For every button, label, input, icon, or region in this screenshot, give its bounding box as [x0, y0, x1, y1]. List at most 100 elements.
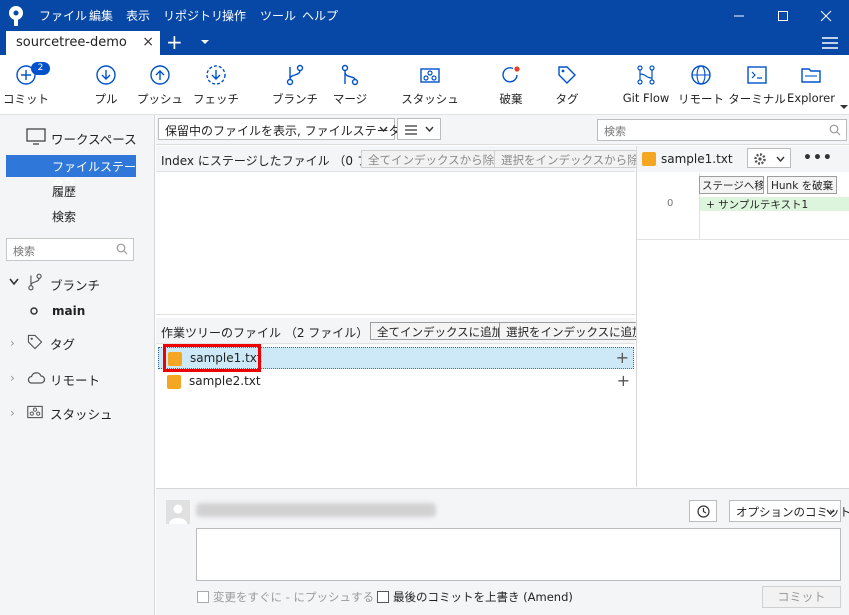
remotes-header[interactable]: リモート	[50, 370, 100, 389]
sidebar-search-input[interactable]: 検索	[6, 238, 134, 261]
sidebar-item-history[interactable]: 履歴	[52, 183, 76, 200]
push-button[interactable]: プッシュ	[136, 55, 184, 115]
menu-view[interactable]: 表示	[126, 7, 150, 24]
stage-file-button[interactable]: +	[616, 348, 629, 367]
branches-header[interactable]: ブランチ	[50, 275, 100, 294]
tag-icon	[27, 334, 43, 350]
tab-sourcetree-demo[interactable]: sourcetree-demo ×	[6, 31, 160, 55]
amend-checkbox[interactable]	[377, 591, 389, 603]
diff-file-name: sample1.txt	[661, 152, 733, 166]
toolbar-overflow-icon[interactable]	[840, 105, 848, 111]
sidebar: ワークスペース ファイルステータス 履歴 検索 検索 ブランチ main › タ…	[0, 115, 155, 615]
branch-icon	[286, 64, 304, 86]
merge-icon	[341, 64, 359, 86]
menu-help[interactable]: ヘルプ	[302, 7, 338, 24]
menu-actions[interactable]: 操作	[222, 7, 246, 24]
working-tree-files-list: sample1.txt + sample2.txt +	[156, 344, 635, 487]
terminal-icon	[747, 66, 767, 84]
hamburger-menu-icon[interactable]	[822, 37, 838, 49]
title-bar: ファイル 編集 表示 リポジトリ 操作 ツール ヘルプ	[0, 0, 849, 31]
terminal-button[interactable]: ターミナル	[728, 55, 786, 115]
tab-close-icon[interactable]: ×	[142, 34, 154, 50]
push-immediately-label: 変更をすぐに - にプッシュする	[213, 590, 374, 604]
branch-icon	[28, 273, 42, 291]
menu-file[interactable]: ファイル	[39, 7, 87, 24]
commit-message-input[interactable]	[196, 528, 841, 581]
stage-all-button[interactable]: 全てインデックスに追加	[370, 322, 511, 340]
fetch-icon	[206, 65, 226, 85]
search-icon	[116, 243, 128, 255]
menu-repository[interactable]: リポジトリ	[163, 7, 223, 24]
folder-icon	[801, 68, 821, 83]
pull-button[interactable]: プル	[82, 55, 130, 115]
file-row-sample2[interactable]: sample2.txt +	[158, 371, 634, 393]
diff-added-line: + サンプルテキスト1	[700, 197, 849, 211]
stage-file-button[interactable]: +	[617, 371, 630, 390]
chevron-right-icon[interactable]: ›	[10, 406, 15, 420]
explorer-button[interactable]: Explorer	[786, 55, 836, 115]
menu-tools[interactable]: ツール	[260, 7, 296, 24]
maximize-button[interactable]	[760, 0, 806, 31]
cloud-icon	[27, 372, 46, 384]
tag-button[interactable]: タグ	[544, 55, 590, 115]
new-tab-button[interactable]: +	[166, 32, 183, 52]
clock-icon	[697, 505, 710, 518]
diff-separator	[637, 239, 849, 240]
branch-button[interactable]: ブランチ	[270, 55, 320, 115]
git-flow-button[interactable]: Git Flow	[620, 55, 672, 115]
search-icon	[829, 124, 841, 136]
sourcetree-logo-icon	[9, 6, 23, 26]
commit-count-badge: 2	[31, 62, 50, 75]
file-filter-dropdown[interactable]: 保留中のファイルを表示, ファイルステータス順	[158, 118, 425, 140]
chevron-right-icon[interactable]: ›	[10, 336, 15, 350]
chevron-down-icon	[776, 156, 785, 162]
filter-bar: 保留中のファイルを表示, ファイルステータス順 検索	[156, 115, 849, 145]
arrow-up-circle-icon	[150, 65, 170, 85]
stage-selected-button[interactable]: 選択をインデックスに追加	[499, 322, 651, 340]
chevron-down-icon	[826, 509, 835, 515]
commit-history-button[interactable]	[689, 500, 717, 522]
amend-label: 最後のコミットを上書き (Amend)	[393, 590, 573, 604]
close-window-button[interactable]	[803, 0, 849, 31]
close-icon	[820, 10, 832, 21]
unstage-selected-button[interactable]: 選択をインデックスから除く	[494, 150, 658, 168]
commit-options-dropdown[interactable]: オプションのコミット	[729, 500, 849, 522]
chevron-down-icon[interactable]	[9, 278, 19, 286]
current-branch-icon	[30, 307, 38, 315]
minimize-button[interactable]	[716, 0, 762, 31]
sidebar-item-file-status[interactable]: ファイルステータス	[6, 155, 136, 191]
sidebar-item-search[interactable]: 検索	[52, 208, 76, 225]
diff-options-dropdown[interactable]	[747, 148, 791, 168]
author-name-blurred	[196, 503, 436, 517]
remote-button[interactable]: リモート	[678, 55, 724, 115]
stashes-header[interactable]: スタッシュ	[50, 404, 113, 423]
tab-bar: sourcetree-demo × +	[0, 31, 849, 55]
unstage-all-button[interactable]: 全てインデックスから除く	[361, 150, 513, 168]
tab-label: sourcetree-demo	[16, 35, 127, 50]
tab-dropdown-icon[interactable]	[200, 37, 210, 47]
chevron-right-icon[interactable]: ›	[10, 371, 15, 385]
staged-files-list	[156, 172, 635, 315]
stash-button[interactable]: スタッシュ	[401, 55, 459, 115]
discard-hunk-button[interactable]: Hunk を破棄	[767, 176, 838, 194]
list-view-icon	[405, 125, 417, 135]
view-mode-dropdown[interactable]	[397, 118, 441, 140]
stage-hunk-button[interactable]: ステージへ移動	[699, 176, 764, 194]
commit-submit-button[interactable]: コミット	[762, 586, 841, 608]
file-search-input[interactable]: 検索	[597, 119, 847, 141]
branch-main[interactable]: main	[52, 304, 85, 318]
menu-edit[interactable]: 編集	[89, 7, 113, 24]
merge-button[interactable]: マージ	[326, 55, 374, 115]
modified-file-icon	[642, 152, 656, 166]
tags-header[interactable]: タグ	[50, 334, 75, 353]
fetch-button[interactable]: フェッチ	[192, 55, 240, 115]
working-tree-title: 作業ツリーのファイル （2 ファイル）	[161, 326, 369, 340]
push-immediately-checkbox[interactable]	[197, 591, 209, 603]
working-tree-header: 作業ツリーのファイル （2 ファイル） 全てインデックスに追加 選択をインデック…	[156, 318, 651, 344]
file-row-sample1[interactable]: sample1.txt +	[158, 344, 634, 372]
commit-area: オプションのコミット 変更をすぐに - にプッシュする 最後のコミットを上書き …	[156, 488, 849, 615]
discard-button[interactable]: 破棄	[488, 55, 534, 115]
tag-icon	[558, 66, 576, 84]
more-options-icon[interactable]: •••	[803, 150, 833, 166]
globe-icon	[691, 65, 711, 85]
